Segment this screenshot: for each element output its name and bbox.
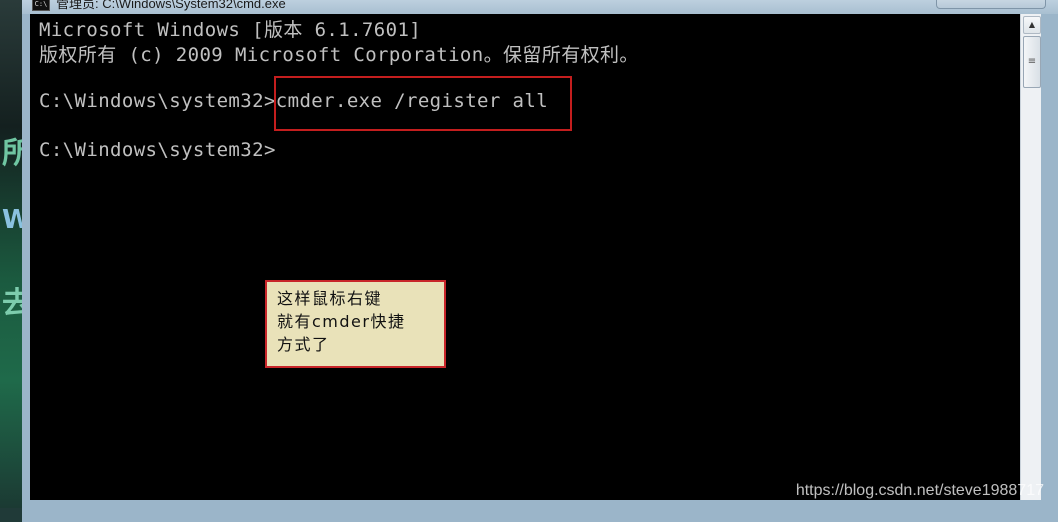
console-prompt: C:\Windows\system32>: [39, 139, 276, 161]
window-title: 管理员: C:\Windows\System32\cmd.exe: [56, 0, 286, 11]
watermark: https://blog.csdn.net/steve1988717: [795, 482, 1044, 499]
annotation-note: 这样鼠标右键 就有cmder快捷 方式了: [265, 280, 446, 368]
console-output[interactable]: Microsoft Windows [版本 6.1.7601] 版权所有 (c)…: [30, 14, 1020, 500]
annotation-line: 就有cmder快捷: [277, 312, 406, 331]
console-line: Microsoft Windows [版本 6.1.7601]: [39, 19, 422, 41]
cmd-window: C:\ 管理员: C:\Windows\System32\cmd.exe Mic…: [22, 0, 1058, 522]
console-line: 版权所有 (c) 2009 Microsoft Corporation。保留所有…: [39, 44, 639, 66]
annotation-line: 这样鼠标右键: [277, 289, 383, 308]
annotation-line: 方式了: [277, 335, 330, 354]
scroll-up-arrow-icon[interactable]: ▲: [1023, 16, 1041, 34]
scroll-thumb[interactable]: ≡: [1023, 36, 1041, 88]
window-controls[interactable]: [936, 0, 1046, 9]
vertical-scrollbar[interactable]: ▲ ≡: [1020, 14, 1041, 500]
title-bar[interactable]: C:\ 管理员: C:\Windows\System32\cmd.exe: [22, 0, 1058, 14]
cmd-icon: C:\: [32, 0, 50, 11]
command-highlight-box: [274, 76, 572, 131]
